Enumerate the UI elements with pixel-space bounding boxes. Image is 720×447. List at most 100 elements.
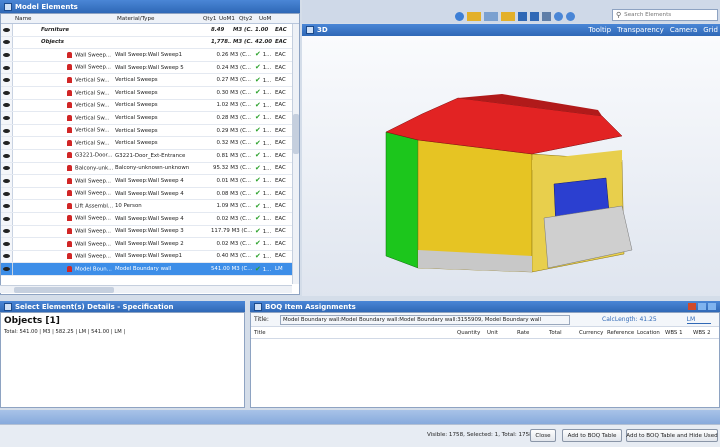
visibility-toggle[interactable] xyxy=(1,225,13,238)
grid-vscrollbar[interactable] xyxy=(292,24,299,284)
visibility-toggle[interactable] xyxy=(1,112,13,124)
group-row[interactable]: Objects 1,778...M3 (C...42.00EAC xyxy=(1,36,299,50)
unit-dropdown[interactable]: LM xyxy=(686,316,711,324)
group-row[interactable]: Furniture 8.49 M3 (C...1.00 EAC xyxy=(1,24,299,37)
visibility-toggle[interactable] xyxy=(1,86,13,99)
boq-col-rate[interactable]: Rate xyxy=(517,330,549,336)
table-row[interactable]: Wall Sweep... Wall Sweep:Wall Sweep 2 0.02… xyxy=(1,238,299,251)
refresh-icon[interactable] xyxy=(455,11,464,21)
search-box[interactable]: ⚲ xyxy=(612,9,718,21)
table-row[interactable]: Vertical Sw... Vertical Sweeps 0.30 M3 (C.… xyxy=(1,86,299,100)
boq-edit-icon[interactable] xyxy=(698,303,706,310)
row-qty1: 0.01 M3 (C... xyxy=(216,177,251,184)
visibility-toggle[interactable] xyxy=(1,124,13,137)
table-row[interactable]: Vertical Sw... Vertical Sweeps 0.32 M3 (C.… xyxy=(1,137,299,150)
table-row[interactable]: Balcony-unk... Balcony-unknown-unknown 95.… xyxy=(1,162,299,176)
row-uom: EAC xyxy=(275,177,286,184)
measure-icon[interactable] xyxy=(518,11,527,21)
filter-icon[interactable] xyxy=(484,11,498,21)
viewport-canvas[interactable] xyxy=(302,36,720,296)
col-uom[interactable]: UoM xyxy=(257,16,275,22)
group-name: Objects xyxy=(41,39,64,46)
visibility-toggle[interactable] xyxy=(1,149,13,162)
table-row[interactable]: Wall Sweep... Wall Sweep:Wall Sweep 5 0.24… xyxy=(1,61,299,75)
row-name: Wall Sweep... xyxy=(75,52,112,59)
row-name: Wall Sweep... xyxy=(75,228,112,235)
visibility-toggle[interactable] xyxy=(1,49,13,61)
visibility-toggle[interactable] xyxy=(1,263,13,275)
table-row[interactable]: Model Boun... Model Boundary wall 541.00 M… xyxy=(1,263,299,276)
visibility-toggle[interactable] xyxy=(1,137,13,149)
visibility-toggle[interactable] xyxy=(1,162,13,175)
visibility-toggle[interactable] xyxy=(1,200,13,212)
table-row[interactable]: Vertical Sw... Vertical Sweeps 1.02 M3 (C.… xyxy=(1,99,299,113)
col-name[interactable]: Name xyxy=(1,16,61,22)
row-qty1: 0.81 M3 (C... xyxy=(216,152,251,159)
table-row[interactable]: Vertical Sw... Vertical Sweeps 0.28 M3 (C.… xyxy=(1,112,299,125)
grid-vscroll-thumb[interactable] xyxy=(293,114,299,154)
table-row[interactable]: Wall Sweep... Wall Sweep:Wall Sweep 3 117.… xyxy=(1,225,299,239)
visibility-toggle[interactable] xyxy=(1,74,13,86)
table-row[interactable]: Wall Sweep... Wall Sweep:Wall Sweep1 0.40 … xyxy=(1,250,299,264)
boq-add-icon[interactable] xyxy=(708,303,716,310)
boq-col-quantity[interactable]: Quantity xyxy=(457,330,487,336)
table-row[interactable]: Lift Assembl... 10 Person 1.09 M3 (C... ✔ 1… xyxy=(1,200,299,213)
table-row[interactable]: Wall Sweep... Wall Sweep:Wall Sweep1 0.26 … xyxy=(1,49,299,62)
row-uom: EAC xyxy=(275,253,286,260)
col-material[interactable]: Material/Type xyxy=(61,16,161,22)
boq-col-total[interactable]: Total xyxy=(549,330,579,336)
row-uom: EAC xyxy=(275,114,286,121)
grid-hscroll-thumb[interactable] xyxy=(14,287,114,293)
camera-dropdown[interactable]: Camera xyxy=(670,26,697,34)
model-elements-icon xyxy=(4,2,12,11)
table-row[interactable]: Vertical Sw... Vertical Sweeps 0.27 M3 (C.… xyxy=(1,74,299,87)
help-icon[interactable] xyxy=(566,11,575,21)
visibility-toggle[interactable] xyxy=(1,175,13,187)
search-input[interactable] xyxy=(624,12,715,18)
settings-icon[interactable] xyxy=(554,11,563,21)
table-row[interactable]: Vertical Sw... Vertical Sweeps 0.29 M3 (C.… xyxy=(1,124,299,138)
visibility-toggle[interactable] xyxy=(1,99,13,112)
boq-col-title[interactable]: Title xyxy=(251,330,457,336)
section-icon[interactable] xyxy=(530,11,539,21)
grid-hscrollbar[interactable] xyxy=(0,285,292,293)
boq-col-currency[interactable]: Currency xyxy=(579,330,607,336)
row-qty2: 1... xyxy=(262,241,272,248)
boq-title-field[interactable]: Model Boundary wall:Model Boundary wall:… xyxy=(280,314,570,325)
clip-icon[interactable] xyxy=(542,11,551,21)
close-button[interactable]: Close xyxy=(530,429,556,442)
select-icon[interactable] xyxy=(467,11,481,21)
tooltip-toggle[interactable]: Tooltip xyxy=(588,26,611,34)
col-uom1[interactable]: UoM1 xyxy=(217,16,237,22)
visibility-toggle[interactable] xyxy=(1,250,13,263)
viewport-tab[interactable]: 3D xyxy=(317,26,328,34)
boq-col-unit[interactable]: Unit xyxy=(487,330,517,336)
boq-col-wbs1[interactable]: WBS 1 xyxy=(665,330,693,336)
boq-col-location[interactable]: Location xyxy=(637,330,665,336)
row-qty2: 1... xyxy=(262,77,272,84)
view-icon[interactable] xyxy=(501,11,515,21)
add-to-boq-hide-button[interactable]: Add to BOQ Table and Hide Used xyxy=(626,429,718,442)
visibility-toggle[interactable] xyxy=(1,238,13,250)
row-qty2: 1... xyxy=(262,140,272,147)
boq-delete-icon[interactable] xyxy=(688,303,696,310)
boq-col-reference[interactable]: Reference xyxy=(607,330,637,336)
visibility-toggle[interactable] xyxy=(1,212,13,225)
table-row[interactable]: Wall Sweep... Wall Sweep:Wall Sweep 4 0.02… xyxy=(1,212,299,226)
visibility-toggle[interactable] xyxy=(1,24,13,36)
visibility-toggle[interactable] xyxy=(1,36,13,49)
row-qty1: 0.30 M3 (C... xyxy=(216,89,251,96)
transparency-dropdown[interactable]: Transparency xyxy=(617,26,664,34)
table-row[interactable]: Wall Sweep... Wall Sweep:Wall Sweep 4 0.01… xyxy=(1,175,299,188)
check-icon: ✔ xyxy=(255,202,261,210)
table-row[interactable]: Wall Sweep... Wall Sweep:Wall Sweep 4 0.08… xyxy=(1,187,299,201)
grid-toggle[interactable]: Grid xyxy=(703,26,718,34)
table-row[interactable]: G3221-Door... G3221-Door_Ext-Entrance 0.81… xyxy=(1,149,299,163)
col-qty2[interactable]: Qty2 xyxy=(237,16,257,22)
building-model[interactable] xyxy=(302,36,720,296)
add-to-boq-button[interactable]: Add to BOQ Table xyxy=(562,429,622,442)
boq-col-wbs2[interactable]: WBS 2 xyxy=(693,330,717,336)
col-qty1[interactable]: Qty1 xyxy=(161,16,217,22)
visibility-toggle[interactable] xyxy=(1,61,13,74)
visibility-toggle[interactable] xyxy=(1,187,13,200)
